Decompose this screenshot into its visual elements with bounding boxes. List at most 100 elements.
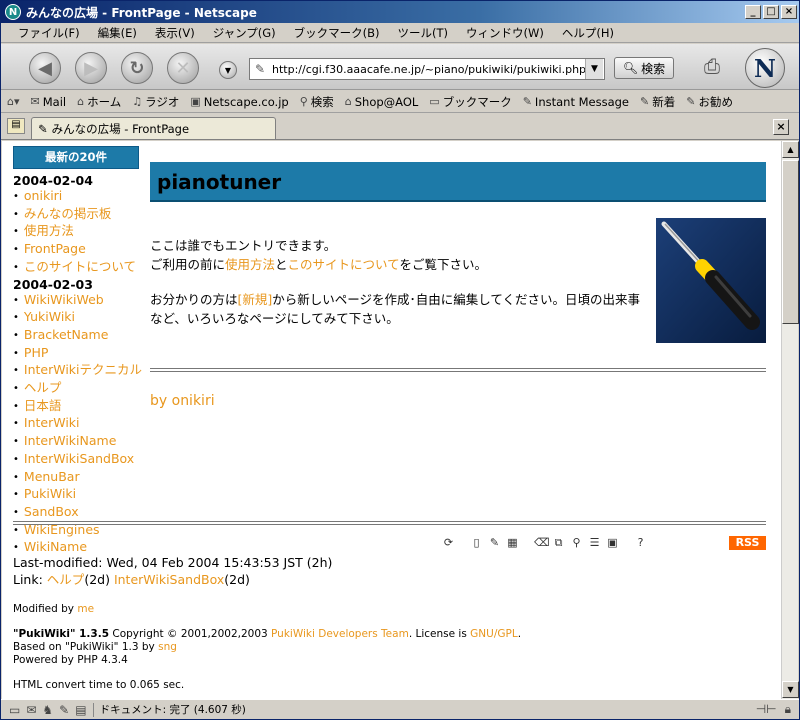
sidebar-link[interactable]: WikiWikiWeb	[13, 292, 139, 310]
intro-text: と	[275, 257, 288, 272]
search-button[interactable]: 🔍︎ 検索	[614, 57, 674, 79]
tab-frontpage[interactable]: ✎ みんなの広場 - FrontPage	[31, 117, 276, 139]
page-content: 最新の20件 2004-02-04 onikiri みんなの掲示板 使用方法 F…	[2, 141, 781, 699]
new-page-icon[interactable]: ▯	[470, 535, 483, 550]
folder-icon: ▭	[429, 95, 440, 108]
attach-file-icon[interactable]: ⌫	[534, 535, 550, 550]
page-title-bar: pianotuner	[150, 162, 766, 202]
sidebar-link[interactable]: InterWiki	[13, 415, 139, 433]
backlink-age: (2d)	[84, 572, 110, 587]
scroll-up-button[interactable]: ▲	[782, 141, 799, 158]
back-button[interactable]: ◀	[29, 52, 61, 84]
sidebar-link[interactable]: このサイトについて	[13, 259, 139, 277]
edit-page-icon[interactable]: ✎	[488, 535, 501, 550]
vertical-scrollbar[interactable]: ▲ ▼	[781, 141, 799, 699]
sidebar-link[interactable]: PukiWiki	[13, 486, 139, 504]
sidebar-link[interactable]: InterWikiテクニカル	[13, 362, 142, 380]
url-dropdown-button[interactable]: ▼	[585, 59, 603, 79]
sidebar-link[interactable]: MenuBar	[13, 469, 139, 487]
toolbar-item-new[interactable]: ✎ 新着	[640, 94, 675, 110]
reload-button[interactable]: ↻	[121, 52, 153, 84]
sidebar-link[interactable]: PHP	[13, 345, 139, 363]
backup-icon[interactable]: ▣	[606, 535, 619, 550]
close-tab-button[interactable]: ×	[773, 119, 789, 135]
list-pages-icon[interactable]: ☰	[588, 535, 601, 550]
toolbar-item-shop[interactable]: ⌂ Shop@AOL	[345, 95, 419, 109]
based-on-author-link[interactable]: sng	[158, 641, 177, 653]
search-icon[interactable]: ⚲	[570, 535, 583, 550]
online-status-icon[interactable]: ⊣⊢	[756, 702, 777, 717]
usage-link[interactable]: 使用方法	[225, 257, 275, 272]
menu-view[interactable]: 表示(V)	[146, 25, 204, 41]
url-text: http://cgi.f30.aaacafe.ne.jp/~piano/puki…	[272, 62, 587, 76]
security-lock-icon[interactable]: 🔒︎	[785, 702, 791, 717]
menu-file[interactable]: ファイル(F)	[9, 25, 89, 41]
menu-window[interactable]: ウィンドウ(W)	[457, 25, 553, 41]
reload-page-icon[interactable]: ⟳	[442, 535, 455, 550]
toolbar-item-bookmarks[interactable]: ▭ ブックマーク	[429, 94, 511, 110]
sidebar-date: 2004-02-04	[13, 173, 93, 188]
sidebar-link[interactable]: BracketName	[13, 327, 139, 345]
history-dropdown-button[interactable]: ▼	[219, 61, 237, 79]
maximize-button[interactable]: □	[763, 5, 779, 19]
page-icon: ✎	[38, 121, 48, 136]
close-window-button[interactable]: ×	[781, 5, 797, 19]
minimize-button[interactable]: _	[745, 5, 761, 19]
sidebar-link[interactable]: FrontPage	[13, 241, 139, 259]
sidebar-link[interactable]: ヘルプ	[13, 380, 139, 398]
rss-badge[interactable]: RSS	[729, 536, 766, 550]
sidebar-link[interactable]: YukiWiki	[13, 309, 139, 327]
diff-icon[interactable]: ▦	[506, 535, 519, 550]
toolbar-item-home[interactable]: ⌂ ホーム	[77, 94, 121, 110]
menu-bar: ファイル(F) 編集(E) 表示(V) ジャンプ(G) ブックマーク(B) ツー…	[1, 23, 799, 43]
intro-paragraph: ここは誰でもエントリできます。 ご利用の前に使用方法とこのサイトについてをご覧下…	[150, 236, 645, 274]
stop-button[interactable]: ✕	[167, 52, 199, 84]
copy-page-icon[interactable]: ⧉	[552, 535, 565, 550]
author-byline[interactable]: by onikiri	[150, 393, 215, 409]
new-tab-icon[interactable]: ▤	[7, 118, 25, 134]
aim-icon[interactable]: ♞	[42, 703, 53, 717]
dev-team-link[interactable]: PukiWiki Developers Team	[271, 628, 409, 640]
toolbar-menu-button[interactable]: ⌂▾	[7, 95, 20, 108]
sidebar-link[interactable]: 使用方法	[13, 223, 139, 241]
url-field[interactable]: ✎ http://cgi.f30.aaacafe.ne.jp/~piano/pu…	[249, 58, 605, 80]
personal-toolbar: ⌂▾ ✉ Mail ⌂ ホーム ♫ ラジオ ▣ Netscape.co.jp ⚲ 検索 ⌂…	[1, 91, 799, 113]
navigator-icon[interactable]: ▭	[9, 703, 20, 717]
address-book-icon[interactable]: ▤	[75, 703, 86, 717]
scroll-thumb[interactable]	[782, 160, 799, 324]
toolbar-item-radio[interactable]: ♫ ラジオ	[132, 94, 179, 110]
menu-help[interactable]: ヘルプ(H)	[553, 25, 623, 41]
toolbar-item-netscape[interactable]: ▣ Netscape.co.jp	[190, 95, 288, 109]
modified-by-link[interactable]: me	[77, 603, 94, 615]
toolbar-item-mail[interactable]: ✉ Mail	[31, 95, 67, 109]
title-bar[interactable]: N みんなの広場 - FrontPage - Netscape _ □ ×	[1, 1, 799, 23]
sidebar-link[interactable]: InterWikiSandBox	[13, 451, 139, 469]
sidebar-link[interactable]: 日本語	[13, 398, 139, 416]
backlink-help[interactable]: ヘルプ	[47, 572, 85, 587]
toolbar-item-im[interactable]: ✎ Instant Message	[523, 95, 629, 109]
forward-button[interactable]: ▶	[75, 52, 107, 84]
menu-bookmarks[interactable]: ブックマーク(B)	[285, 25, 389, 41]
netscape-logo[interactable]: N	[745, 48, 785, 88]
composer-icon[interactable]: ✎	[59, 703, 69, 717]
menu-tools[interactable]: ツール(T)	[389, 25, 458, 41]
search-button-label: 検索	[641, 61, 666, 76]
sidebar-link[interactable]: onikiri	[13, 188, 139, 206]
pukiwiki-version: "PukiWiki" 1.3.5	[13, 628, 110, 640]
sidebar-link[interactable]: SandBox	[13, 504, 139, 522]
mail-icon[interactable]: ✉	[26, 703, 36, 717]
toolbar-item-recommended[interactable]: ✎ お勧め	[686, 94, 733, 110]
scroll-down-button[interactable]: ▼	[782, 681, 799, 698]
backlink-interwikisandbox[interactable]: InterWikiSandBox	[114, 572, 224, 587]
toolbar-item-search[interactable]: ⚲ 検索	[300, 94, 334, 110]
license-link[interactable]: GNU/GPL	[470, 628, 518, 640]
help-icon[interactable]: ?	[634, 535, 647, 550]
sidebar-link[interactable]: みんなの掲示板	[13, 206, 139, 224]
about-site-link[interactable]: このサイトについて	[288, 257, 400, 272]
intro-line: ここは誰でもエントリできます。	[150, 238, 337, 253]
print-icon[interactable]: ⎙	[698, 54, 726, 78]
menu-go[interactable]: ジャンプ(G)	[204, 25, 285, 41]
sidebar-link[interactable]: InterWikiName	[13, 433, 139, 451]
new-page-link[interactable]: [新規]	[238, 292, 273, 307]
menu-edit[interactable]: 編集(E)	[89, 25, 146, 41]
